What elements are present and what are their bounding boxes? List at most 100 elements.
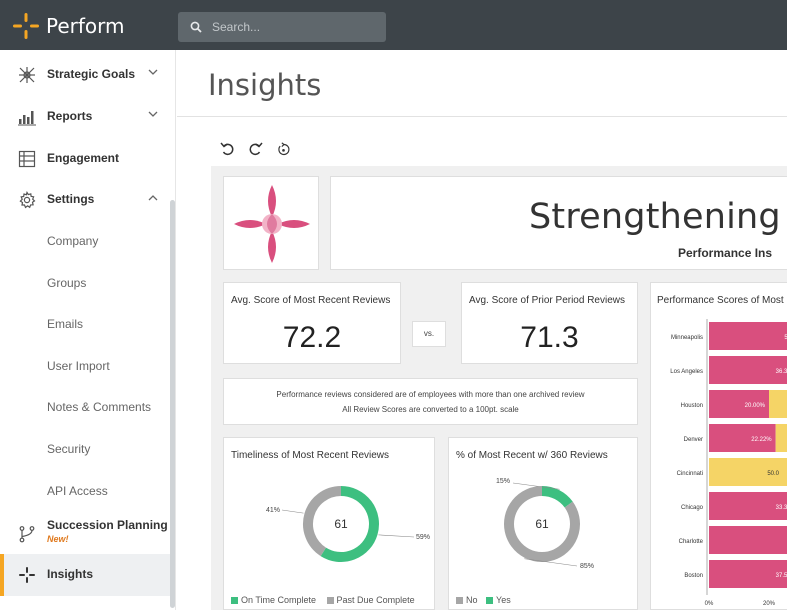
kpi-value: 71.3 [520, 321, 579, 354]
sidebar-subitem-emails[interactable]: Emails [0, 304, 170, 345]
kpi-value: 72.2 [282, 321, 342, 354]
sidebar-item-engagement[interactable]: Engagement [0, 138, 170, 179]
bar-segment[interactable] [709, 322, 787, 350]
sidebar-item-settings[interactable]: Settings [0, 179, 170, 220]
dashboard-title: Strengthening G [529, 197, 787, 237]
timeliness-donut-chart: 59% 41% 61 [266, 486, 430, 562]
sidebar: Strategic Goals Reports Engagement Setti… [0, 50, 176, 610]
legend-item: Yes [486, 595, 511, 605]
sidebar-subitem-label: Emails [47, 317, 84, 331]
search-box[interactable] [178, 12, 386, 42]
top-bar: Perform [0, 0, 787, 50]
legend-swatch [231, 597, 238, 604]
undo-icon[interactable] [219, 140, 237, 158]
legend-item: No [456, 595, 478, 605]
leader-line [378, 534, 415, 538]
sidebar-subitem-label: User Import [47, 359, 110, 373]
perform-logo-icon [13, 13, 39, 39]
note-line: Performance reviews considered are of em… [276, 390, 585, 399]
kpi-card-prior: Avg. Score of Prior Period Reviews 71.3 [461, 282, 638, 364]
donut-slice[interactable] [541, 486, 573, 508]
chevron-down-icon[interactable] [148, 69, 158, 76]
sidebar-subitem-security[interactable]: Security [0, 429, 170, 470]
sidebar-item-strategic-goals[interactable]: Strategic Goals [0, 54, 170, 95]
dashboard-banner: Strengthening G Performance Ins [330, 176, 787, 270]
brand-logo-card [223, 176, 319, 270]
sidebar-item-reports[interactable]: Reports [0, 96, 170, 137]
timeliness-chart-card: Timeliness of Most Recent Reviews 59% 41%… [223, 437, 435, 610]
sidebar-subitem-company[interactable]: Company [0, 221, 170, 262]
slice-label: 59% [416, 534, 430, 541]
succession-icon [19, 526, 35, 543]
category-label: Boston [684, 573, 703, 579]
sidebar-subitem-label: Company [47, 234, 99, 248]
x-tick-label: 20% [763, 601, 776, 607]
legend-label: On Time Complete [241, 595, 317, 605]
sidebar-item-insights[interactable]: Insights [0, 554, 170, 596]
kpi-card-recent: Avg. Score of Most Recent Reviews 72.2 [223, 282, 401, 364]
app-name: Perform [46, 14, 125, 38]
category-label: Minneapolis [671, 335, 703, 341]
chart-legend: On Time Complete Past Due Complete [231, 595, 415, 605]
legend-item: On Time Complete [231, 595, 316, 605]
bar-data-label: 22.22% [751, 437, 772, 443]
insights-icon [19, 567, 35, 583]
sidebar-scrollbar[interactable] [170, 200, 175, 608]
bar-chart-icon [18, 111, 36, 126]
x-tick-label: 0% [705, 601, 714, 607]
sidebar-item-succession-planning[interactable]: Succession Planning New! [0, 512, 170, 553]
category-label: Chicago [681, 505, 704, 511]
search-input[interactable] [212, 12, 377, 42]
pct-360-donut-chart: 15% 85% 61 [496, 478, 594, 570]
sidebar-subitem-user-import[interactable]: User Import [0, 346, 170, 387]
leader-line [281, 509, 304, 514]
bar-data-label: 20.00% [745, 403, 766, 409]
sidebar-item-label: Engagement [47, 151, 120, 165]
vs-label: vs. [412, 321, 446, 347]
donut-slice[interactable] [320, 486, 379, 562]
pct-360-chart-card: % of Most Recent w/ 360 Reviews 15% 85% 61… [448, 437, 638, 610]
engagement-icon [18, 150, 36, 168]
sidebar-subitem-api-access[interactable]: API Access [0, 471, 170, 512]
donut-center-value: 61 [334, 517, 348, 531]
chevron-down-icon[interactable] [148, 111, 158, 118]
category-label: Denver [684, 437, 703, 443]
sidebar-item-label: Insights [47, 567, 94, 581]
bar-data-label: 37.50% [776, 573, 787, 579]
brand-logo-icon [234, 185, 310, 263]
reset-icon[interactable] [276, 142, 291, 157]
chevron-up-icon[interactable] [148, 194, 158, 201]
performance-scores-chart-card: Performance Scores of Most Minneapolis50… [650, 282, 787, 610]
bar-data-label: 33.33% [776, 505, 787, 511]
legend-swatch [326, 597, 334, 604]
divider [177, 116, 787, 117]
kpi-title: Avg. Score of Most Recent Reviews [231, 295, 391, 306]
legend-swatch [456, 597, 463, 604]
app-logo[interactable]: Perform [12, 12, 162, 40]
slice-label: 15% [496, 478, 510, 485]
search-icon [190, 21, 202, 33]
legend-item: Past Due Complete [326, 595, 415, 605]
main-content: Insights Strengthening Performance Ins A… [177, 50, 787, 610]
sidebar-subitem-notes-comments[interactable]: Notes & Comments [0, 387, 170, 428]
category-label: Cincinnati [677, 471, 703, 477]
category-label: Houston [681, 403, 703, 409]
page-title: Insights [208, 68, 322, 102]
note-line: All Review Scores are converted to a 100… [342, 405, 519, 414]
strategic-goals-icon [19, 67, 35, 83]
category-label: Los Angeles [670, 369, 703, 375]
slice-label: 85% [580, 563, 594, 570]
sidebar-subitem-label: Notes & Comments [47, 400, 152, 414]
bar-data-label: 50.0 [767, 471, 779, 477]
redo-icon[interactable] [246, 140, 264, 158]
sidebar-subitem-groups[interactable]: Groups [0, 263, 170, 304]
sidebar-subitem-label: Security [47, 442, 91, 456]
category-label: Charlotte [679, 539, 704, 545]
slice-label: 41% [266, 507, 280, 514]
legend-label: Yes [496, 595, 511, 605]
bar-segment[interactable] [775, 424, 787, 452]
bar-segment[interactable] [769, 390, 787, 418]
legend-label: No [466, 595, 478, 605]
bar-segment[interactable] [709, 526, 787, 554]
legend-label: Past Due Complete [336, 595, 415, 605]
